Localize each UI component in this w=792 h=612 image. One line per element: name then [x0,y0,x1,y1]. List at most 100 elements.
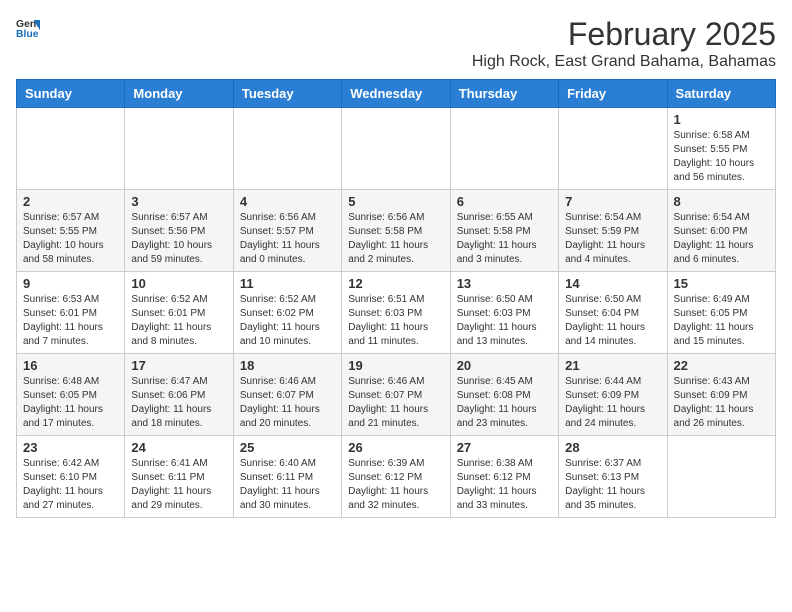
calendar-week-2: 9 Sunrise: 6:53 AM Sunset: 6:01 PM Daylig… [17,272,776,354]
day-info: Sunrise: 6:54 AM Sunset: 5:59 PM Dayligh… [565,211,660,267]
month-title: February 2025 [472,16,776,53]
day-number: 3 [131,194,226,209]
day-number: 4 [240,194,335,209]
day-number: 24 [131,440,226,455]
day-number: 15 [674,276,769,291]
calendar-cell [559,108,667,190]
day-number: 10 [131,276,226,291]
day-number: 17 [131,358,226,373]
day-info: Sunrise: 6:51 AM Sunset: 6:03 PM Dayligh… [348,293,443,349]
calendar-cell: 28Sunrise: 6:37 AM Sunset: 6:13 PM Dayli… [559,436,667,518]
svg-text:Blue: Blue [16,29,39,40]
day-info: Sunrise: 6:44 AM Sunset: 6:09 PM Dayligh… [565,375,660,431]
calendar-cell: 3 Sunrise: 6:57 AM Sunset: 5:56 PM Daylig… [125,190,233,272]
day-info: Sunrise: 6:45 AM Sunset: 6:08 PM Dayligh… [457,375,552,431]
logo-icon: General Blue [16,16,40,40]
calendar-week-4: 23 Sunrise: 6:42 AM Sunset: 6:10 PM Dayli… [17,436,776,518]
day-info: Sunrise: 6:57 AM Sunset: 5:55 PM Dayligh… [23,211,118,267]
calendar-cell: 14 Sunrise: 6:50 AM Sunset: 6:04 PM Dayli… [559,272,667,354]
day-info: Sunrise: 6:46 AM Sunset: 6:07 PM Dayligh… [348,375,443,431]
day-number: 27 [457,440,552,455]
day-info: Sunrise: 6:48 AM Sunset: 6:05 PM Dayligh… [23,375,118,431]
day-info: Sunrise: 6:54 AM Sunset: 6:00 PM Dayligh… [674,211,769,267]
day-number: 13 [457,276,552,291]
day-number: 5 [348,194,443,209]
calendar-cell: 4 Sunrise: 6:56 AM Sunset: 5:57 PM Daylig… [233,190,341,272]
day-number: 21 [565,358,660,373]
day-info: Sunrise: 6:57 AM Sunset: 5:56 PM Dayligh… [131,211,226,267]
day-number: 26 [348,440,443,455]
day-info: Sunrise: 6:56 AM Sunset: 5:57 PM Dayligh… [240,211,335,267]
calendar-cell: 10 Sunrise: 6:52 AM Sunset: 6:01 PM Dayli… [125,272,233,354]
calendar-cell: 13 Sunrise: 6:50 AM Sunset: 6:03 PM Dayli… [450,272,558,354]
calendar-cell: 23 Sunrise: 6:42 AM Sunset: 6:10 PM Dayli… [17,436,125,518]
day-number: 2 [23,194,118,209]
day-info: Sunrise: 6:47 AM Sunset: 6:06 PM Dayligh… [131,375,226,431]
calendar-cell [342,108,450,190]
day-number: 1 [674,112,769,127]
day-number: 22 [674,358,769,373]
calendar-header-tuesday: Tuesday [233,80,341,108]
calendar-cell: 9 Sunrise: 6:53 AM Sunset: 6:01 PM Daylig… [17,272,125,354]
day-number: 14 [565,276,660,291]
day-info: Sunrise: 6:53 AM Sunset: 6:01 PM Dayligh… [23,293,118,349]
calendar-cell: 2 Sunrise: 6:57 AM Sunset: 5:55 PM Daylig… [17,190,125,272]
day-number: 6 [457,194,552,209]
day-number: 7 [565,194,660,209]
day-info: Sunrise: 6:55 AM Sunset: 5:58 PM Dayligh… [457,211,552,267]
calendar-cell [17,108,125,190]
day-info: Sunrise: 6:42 AM Sunset: 6:10 PM Dayligh… [23,457,118,513]
header: General Blue February 2025 High Rock, Ea… [16,16,776,71]
day-info: Sunrise: 6:46 AM Sunset: 6:07 PM Dayligh… [240,375,335,431]
day-number: 25 [240,440,335,455]
day-info: Sunrise: 6:41 AM Sunset: 6:11 PM Dayligh… [131,457,226,513]
calendar-cell: 27Sunrise: 6:38 AM Sunset: 6:12 PM Dayli… [450,436,558,518]
location-title: High Rock, East Grand Bahama, Bahamas [472,53,776,71]
day-number: 28 [565,440,660,455]
calendar-cell: 19 Sunrise: 6:46 AM Sunset: 6:07 PM Dayli… [342,354,450,436]
calendar-cell: 22 Sunrise: 6:43 AM Sunset: 6:09 PM Dayli… [667,354,775,436]
calendar-header-thursday: Thursday [450,80,558,108]
calendar-header-monday: Monday [125,80,233,108]
calendar-cell: 24 Sunrise: 6:41 AM Sunset: 6:11 PM Dayli… [125,436,233,518]
calendar-header-friday: Friday [559,80,667,108]
calendar-week-1: 2 Sunrise: 6:57 AM Sunset: 5:55 PM Daylig… [17,190,776,272]
calendar: SundayMondayTuesdayWednesdayThursdayFrid… [16,79,776,518]
calendar-cell: 17 Sunrise: 6:47 AM Sunset: 6:06 PM Dayli… [125,354,233,436]
calendar-header-row: SundayMondayTuesdayWednesdayThursdayFrid… [17,80,776,108]
day-info: Sunrise: 6:50 AM Sunset: 6:03 PM Dayligh… [457,293,552,349]
calendar-cell: 1 Sunrise: 6:58 AM Sunset: 5:55 PM Daylig… [667,108,775,190]
calendar-cell: 12 Sunrise: 6:51 AM Sunset: 6:03 PM Dayli… [342,272,450,354]
day-info: Sunrise: 6:58 AM Sunset: 5:55 PM Dayligh… [674,129,769,185]
day-number: 9 [23,276,118,291]
day-number: 16 [23,358,118,373]
title-section: February 2025 High Rock, East Grand Baha… [472,16,776,71]
calendar-cell: 25 Sunrise: 6:40 AM Sunset: 6:11 PM Dayli… [233,436,341,518]
day-number: 23 [23,440,118,455]
calendar-week-3: 16 Sunrise: 6:48 AM Sunset: 6:05 PM Dayli… [17,354,776,436]
calendar-cell [667,436,775,518]
day-number: 12 [348,276,443,291]
calendar-cell [233,108,341,190]
day-number: 11 [240,276,335,291]
day-number: 18 [240,358,335,373]
day-info: Sunrise: 6:39 AM Sunset: 6:12 PM Dayligh… [348,457,443,513]
logo: General Blue [16,16,40,40]
day-info: Sunrise: 6:43 AM Sunset: 6:09 PM Dayligh… [674,375,769,431]
calendar-cell: 18 Sunrise: 6:46 AM Sunset: 6:07 PM Dayli… [233,354,341,436]
day-info: Sunrise: 6:56 AM Sunset: 5:58 PM Dayligh… [348,211,443,267]
calendar-cell: 8Sunrise: 6:54 AM Sunset: 6:00 PM Daylig… [667,190,775,272]
calendar-cell: 6 Sunrise: 6:55 AM Sunset: 5:58 PM Daylig… [450,190,558,272]
calendar-cell: 16 Sunrise: 6:48 AM Sunset: 6:05 PM Dayli… [17,354,125,436]
day-info: Sunrise: 6:40 AM Sunset: 6:11 PM Dayligh… [240,457,335,513]
day-number: 19 [348,358,443,373]
calendar-cell [125,108,233,190]
day-info: Sunrise: 6:52 AM Sunset: 6:01 PM Dayligh… [131,293,226,349]
calendar-header-saturday: Saturday [667,80,775,108]
calendar-cell: 7 Sunrise: 6:54 AM Sunset: 5:59 PM Daylig… [559,190,667,272]
calendar-header-sunday: Sunday [17,80,125,108]
calendar-week-0: 1 Sunrise: 6:58 AM Sunset: 5:55 PM Daylig… [17,108,776,190]
calendar-cell [450,108,558,190]
calendar-cell: 5 Sunrise: 6:56 AM Sunset: 5:58 PM Daylig… [342,190,450,272]
day-info: Sunrise: 6:50 AM Sunset: 6:04 PM Dayligh… [565,293,660,349]
